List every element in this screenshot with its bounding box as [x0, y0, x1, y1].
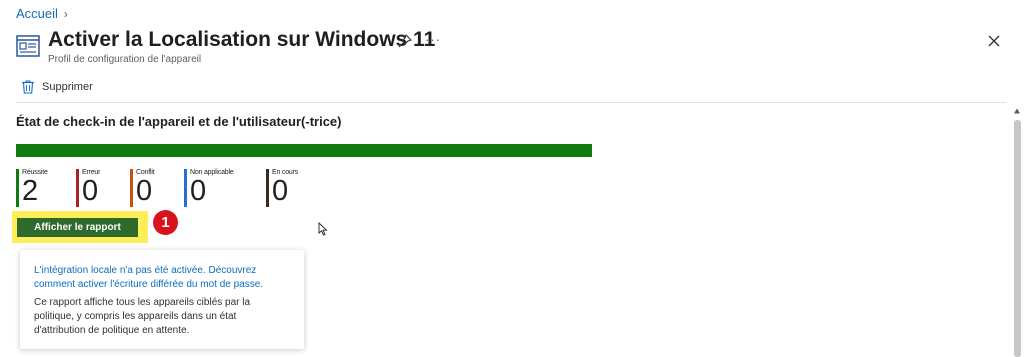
page-subtitle: Profil de configuration de l'appareil: [48, 54, 202, 65]
trash-icon: [22, 80, 34, 94]
toolbar-divider: [16, 102, 1006, 103]
stat-not-applicable-value: 0: [190, 175, 207, 207]
stat-error-bar: [76, 169, 79, 207]
mouse-cursor-icon: [318, 222, 328, 236]
stat-conflict-value: 0: [136, 175, 153, 207]
step-number-badge: 1: [153, 210, 178, 235]
view-report-button[interactable]: Afficher le rapport: [17, 218, 138, 237]
stat-error: Erreur 0: [76, 169, 100, 207]
breadcrumb: Accueil ›: [16, 6, 68, 21]
stat-in-progress-bar: [266, 169, 269, 207]
stat-conflict: Conflit 0: [130, 169, 155, 207]
callout-description: Ce rapport affiche tous les appareils ci…: [34, 297, 251, 336]
delete-label: Supprimer: [42, 81, 93, 93]
scroll-up-arrow-icon[interactable]: [1014, 108, 1020, 114]
stat-not-applicable: Non applicable 0: [184, 169, 234, 207]
stat-success-bar: [16, 169, 19, 207]
delete-button[interactable]: Supprimer: [22, 80, 93, 94]
stat-success-value: 2: [22, 175, 39, 207]
close-icon[interactable]: [988, 35, 1000, 47]
stat-conflict-bar: [130, 169, 133, 207]
stat-error-value: 0: [82, 175, 99, 207]
pin-icon[interactable]: [398, 34, 412, 48]
info-callout: L'intégration locale n'a pas été activée…: [20, 250, 304, 349]
breadcrumb-home-link[interactable]: Accueil: [16, 6, 58, 21]
more-options-icon[interactable]: ···: [425, 32, 441, 47]
chevron-right-icon: ›: [63, 6, 68, 21]
page-title: Activer la Localisation sur Windows 11: [48, 28, 436, 51]
password-writeback-link[interactable]: L'intégration locale n'a pas été activée…: [34, 264, 296, 292]
device-profile-icon: [16, 35, 40, 57]
status-progress-bar: [16, 144, 592, 157]
stat-not-applicable-bar: [184, 169, 187, 207]
stat-in-progress: En cours 0: [266, 169, 298, 207]
progress-fill-success: [16, 144, 592, 157]
stat-in-progress-value: 0: [272, 175, 289, 207]
section-title: État de check-in de l'appareil et de l'u…: [16, 114, 342, 129]
scrollbar-thumb[interactable]: [1014, 120, 1021, 357]
stat-success: Réussite 2: [16, 169, 48, 207]
